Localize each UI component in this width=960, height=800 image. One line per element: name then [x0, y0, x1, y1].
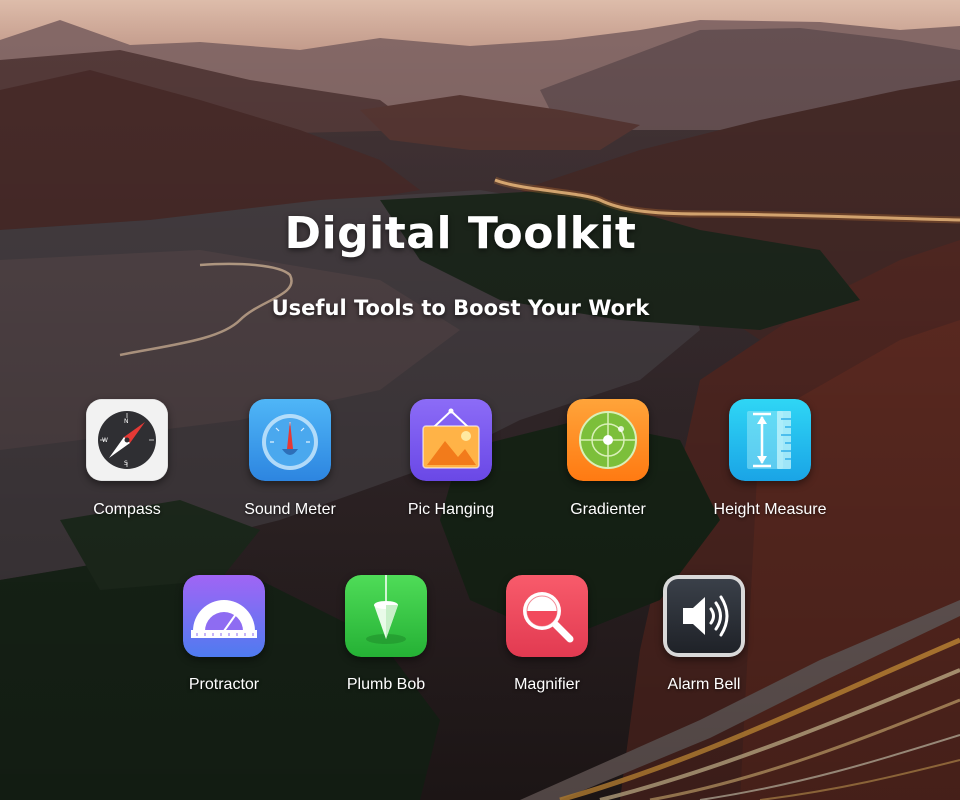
compass-icon: N S W: [86, 399, 168, 481]
app-gradienter[interactable]: Gradienter: [533, 399, 683, 519]
speaker-icon: [663, 575, 745, 657]
app-pic-hanging[interactable]: Pic Hanging: [376, 399, 526, 519]
picture-frame-icon: [410, 399, 492, 481]
app-label: Protractor: [188, 676, 260, 693]
app-alarm-bell[interactable]: Alarm Bell: [629, 575, 779, 694]
ruler-icon: [729, 399, 811, 481]
magnifier-icon: [506, 575, 588, 657]
plumb-bob-icon: [345, 575, 427, 657]
svg-text:N: N: [124, 418, 129, 425]
app-label: Height Measure: [713, 501, 827, 518]
protractor-icon: [183, 575, 265, 657]
svg-text:S: S: [124, 460, 128, 467]
app-magnifier[interactable]: Magnifier: [472, 575, 622, 694]
page-title: Digital Toolkit: [284, 208, 637, 259]
app-height-measure[interactable]: Height Measure: [695, 399, 845, 519]
app-label: Compass: [93, 501, 161, 518]
app-label: Gradienter: [570, 501, 646, 518]
app-label: Sound Meter: [244, 501, 336, 518]
app-label: Magnifier: [514, 676, 580, 693]
app-compass[interactable]: N S W Compass: [52, 399, 202, 519]
app-label: Alarm Bell: [667, 676, 741, 693]
page-subtitle: Useful Tools to Boost Your Work: [271, 296, 650, 320]
app-plumb-bob[interactable]: Plumb Bob: [311, 575, 461, 694]
sound-meter-icon: [249, 399, 331, 481]
level-target-icon: [567, 399, 649, 481]
app-label: Plumb Bob: [346, 676, 426, 693]
app-sound-meter[interactable]: Sound Meter: [215, 399, 365, 519]
app-protractor[interactable]: Protractor: [149, 575, 299, 694]
app-label: Pic Hanging: [407, 501, 495, 518]
svg-text:W: W: [102, 437, 108, 444]
